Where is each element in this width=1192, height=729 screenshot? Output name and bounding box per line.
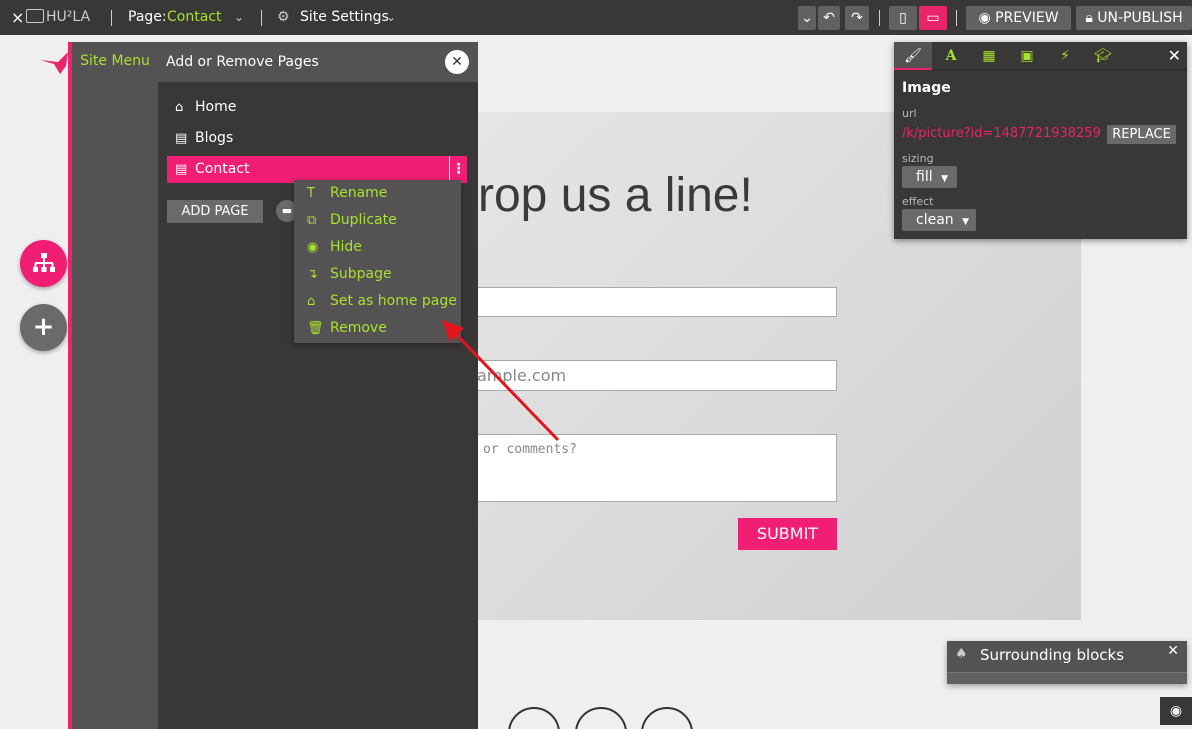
grid-icon[interactable]: ▦: [970, 42, 1008, 70]
gears-icon: ⚙: [277, 9, 290, 25]
menu-item-label: Duplicate: [330, 212, 397, 228]
submit-button[interactable]: SUBMIT: [738, 518, 837, 550]
page-item-label: Blogs: [195, 130, 234, 146]
page-label: Page:: [128, 9, 167, 25]
menu-item-label: Subpage: [330, 266, 392, 282]
close-icon[interactable]: ×: [11, 0, 24, 35]
divider: [111, 10, 112, 26]
add-page-button[interactable]: ADD PAGE: [167, 200, 263, 223]
menu-item-hide[interactable]: ◉ Hide: [294, 234, 461, 261]
chevron-down-icon[interactable]: ⌄: [234, 0, 244, 35]
sitemap-button[interactable]: [20, 240, 67, 287]
divider: [956, 10, 957, 26]
site-menu-tab-column: [72, 42, 158, 729]
undo-icon[interactable]: ↶: [818, 6, 840, 30]
logo-icon: [26, 9, 44, 23]
page-name[interactable]: Contact: [167, 0, 221, 35]
url-value[interactable]: /k/picture?id=1487721938259: [902, 126, 1101, 141]
url-label: url: [902, 107, 917, 120]
logo: HU²LA: [46, 9, 91, 25]
mobile-view-icon[interactable]: ▯: [889, 6, 917, 30]
page-icon: ▤: [175, 162, 188, 177]
page-item-home[interactable]: ⌂ Home: [167, 94, 467, 121]
tree-icon: ♠: [955, 646, 968, 662]
panel-title: Add or Remove Pages: [158, 42, 478, 82]
page-icon: ▤: [175, 131, 188, 146]
effect-value: clean: [916, 212, 954, 228]
unpublish-button[interactable]: 🔒︎ UN-PUBLISH: [1076, 6, 1192, 30]
subpage-arrow-icon: ↴: [307, 267, 318, 282]
menu-item-label: Rename: [330, 185, 388, 201]
preview-button[interactable]: ◉ PREVIEW: [966, 6, 1071, 30]
page-item-blogs[interactable]: ▤ Blogs: [167, 125, 467, 152]
sizing-dropdown[interactable]: fill ▼: [902, 166, 957, 188]
text-cursor-icon: T: [307, 186, 315, 201]
trash-icon: 🗑︎: [307, 321, 324, 336]
contact-heading[interactable]: rop us a line!: [478, 168, 753, 223]
panel-tabs: 🖌︎ A ▦ ▣ ⚡︎ 🎓︎ ✕: [894, 42, 1187, 70]
unpublish-label: UN-PUBLISH: [1097, 10, 1183, 26]
page-item-label: Contact: [195, 161, 250, 177]
preview-label: PREVIEW: [995, 10, 1059, 26]
lock-icon: 🔒︎: [1085, 10, 1093, 26]
image-icon[interactable]: ▣: [1008, 42, 1046, 70]
brush-icon[interactable]: 🖌︎: [894, 42, 932, 70]
plus-icon: +: [32, 312, 55, 342]
close-icon[interactable]: ✕: [1167, 643, 1179, 659]
redo-icon[interactable]: ↷: [845, 6, 869, 30]
site-menu-tab[interactable]: Site Menu: [72, 42, 158, 82]
close-icon[interactable]: ✕: [445, 50, 469, 74]
font-icon[interactable]: A: [932, 42, 970, 70]
caret-down-icon: ▼: [941, 174, 948, 184]
divider: [261, 10, 262, 26]
surrounding-blocks-panel[interactable]: ♠ Surrounding blocks ✕: [947, 641, 1187, 684]
more-options-icon[interactable]: ⋮: [449, 156, 467, 183]
surrounding-blocks-bar: [947, 672, 1187, 684]
close-icon[interactable]: ✕: [1168, 46, 1181, 65]
annotation-arrow: [442, 320, 560, 442]
image-settings-panel: 🖌︎ A ▦ ▣ ⚡︎ 🎓︎ ✕ Image url /k/picture?id…: [894, 42, 1187, 239]
divider: [879, 10, 880, 26]
eye-icon: ◉: [978, 10, 991, 26]
site-settings-menu[interactable]: Site Settings: [300, 0, 389, 35]
add-block-button[interactable]: +: [20, 304, 67, 351]
sizing-value: fill: [916, 169, 933, 185]
replace-button[interactable]: REPLACE: [1107, 125, 1176, 144]
menu-item-subpage[interactable]: ↴ Subpage: [294, 261, 461, 288]
caret-down-icon: ▼: [962, 217, 970, 227]
sitemap-icon: [32, 253, 55, 272]
menu-item-rename[interactable]: T Rename: [294, 180, 461, 207]
page-item-label: Home: [195, 99, 237, 115]
desktop-view-icon[interactable]: ▭: [919, 6, 947, 30]
graduation-cap-icon[interactable]: 🎓︎: [1084, 42, 1122, 70]
sizing-label: sizing: [902, 152, 934, 165]
collapse-icon[interactable]: ⌄: [798, 6, 816, 30]
page-item-contact[interactable]: ▤ Contact ⋮: [167, 156, 467, 183]
eye-icon[interactable]: ◉: [1160, 697, 1192, 725]
menu-item-label: Hide: [330, 239, 362, 255]
surrounding-blocks-title: Surrounding blocks: [980, 646, 1125, 664]
menu-item-duplicate[interactable]: ⧉ Duplicate: [294, 207, 461, 234]
top-toolbar: × HU²LA Page: Contact ⌄ ⚙ Site Settings …: [0, 0, 1192, 35]
menu-item-label: Set as home page: [330, 293, 457, 309]
menu-item-label: Remove: [330, 320, 387, 336]
eye-icon: ◉: [307, 240, 319, 255]
duplicate-icon: ⧉: [307, 213, 317, 228]
home-icon: ⌂: [307, 294, 316, 309]
magic-wand-icon[interactable]: ⚡︎: [1046, 42, 1084, 70]
effect-dropdown[interactable]: clean ▼: [902, 209, 976, 231]
home-icon: ⌂: [175, 100, 184, 115]
panel-title: Image: [902, 80, 951, 96]
effect-label: effect: [902, 195, 934, 208]
chevron-down-icon[interactable]: ⌄: [386, 0, 396, 35]
